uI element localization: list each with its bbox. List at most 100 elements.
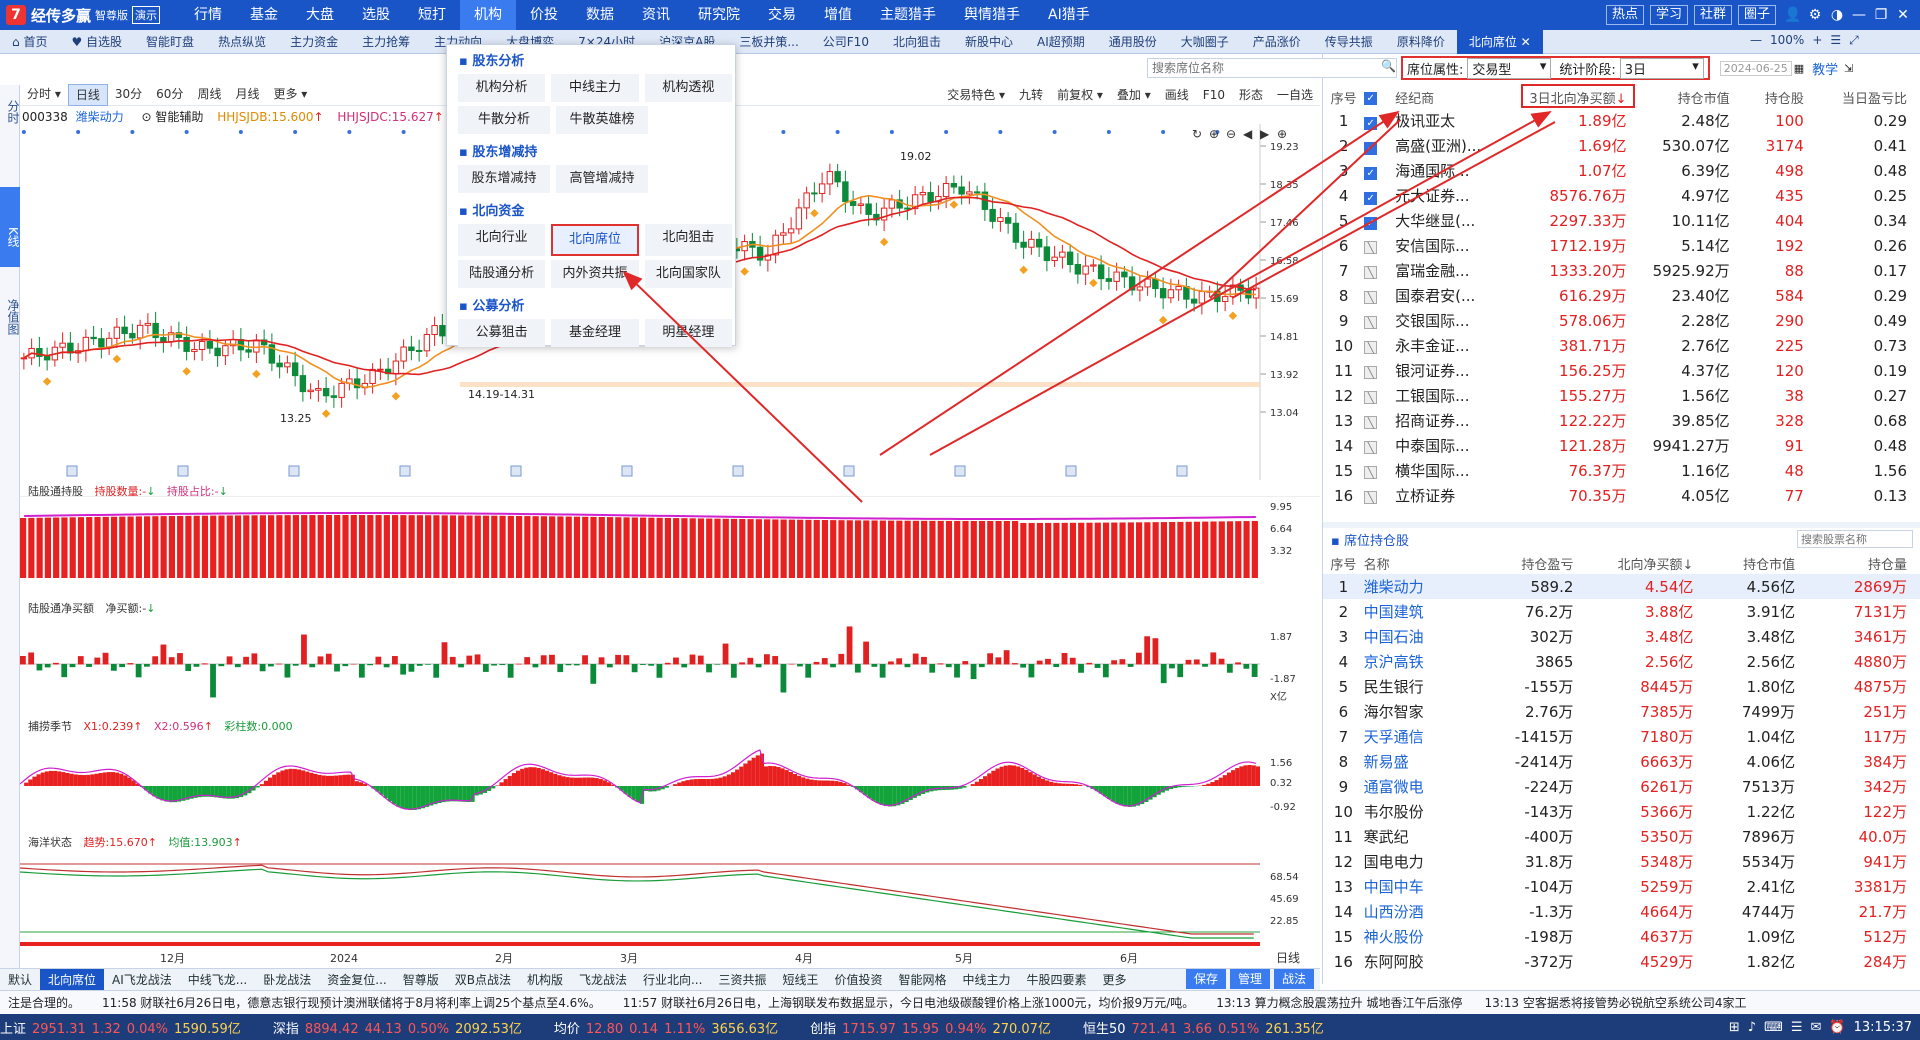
menu-4[interactable]: 短打 [404,0,460,30]
stock-name[interactable]: 韦尔股份 [1364,799,1486,824]
event-icon[interactable] [732,465,744,477]
chart-tool-3[interactable]: 叠加 ▾ [1110,85,1158,105]
event-icon[interactable] [66,465,78,477]
news-item[interactable]: 11:57 财联社6月26日电，上海钢联发布数据显示，今日电池级碳酸锂价格上涨1… [623,994,1195,1011]
strategy-tab-15[interactable]: 中线主力 [955,969,1019,991]
strategy-tab-5[interactable]: 资金复位... [319,969,394,991]
row-checkbox[interactable]: ✓ [1364,158,1395,183]
stock-name[interactable]: 中国石油 [1364,624,1486,649]
strategy-tab-13[interactable]: 价值投资 [826,969,890,991]
menu-11[interactable]: 增值 [810,0,866,30]
table-row[interactable]: 10 韦尔股份 -143万 5366万 1.22亿 122万 [1323,799,1920,824]
menu-14[interactable]: AI猎手 [1034,0,1104,30]
strategy-tab-1[interactable]: 北向席位 [40,968,105,991]
date-field[interactable]: 2024-06-25 [1719,60,1792,76]
indicator-name[interactable]: 智能辅助 [155,110,203,124]
news-item[interactable]: 注是合理的。 [8,994,80,1011]
stock-name[interactable]: 天孚通信 [1364,724,1486,749]
status-tool-icon[interactable]: ⊞ [1729,1020,1740,1035]
strategy-tab-0[interactable]: 默认 [0,969,40,991]
dropdown-item[interactable]: 机构透视 [644,74,732,102]
row-checkbox[interactable]: ✓ [1364,133,1395,158]
table-row[interactable]: 8 ╲ 国泰君安(... 616.29万 23.40亿 584 0.29 [1323,283,1920,308]
stock-name[interactable]: 东阿阿胶 [1364,949,1486,974]
seat-header-4[interactable]: 持仓市值 [1641,86,1744,108]
tab-17[interactable]: 产品涨价 [1241,30,1313,54]
table-row[interactable]: 2 ✓ 高盛(亚洲)... 1.69亿 530.07亿 3174 0.41 [1323,133,1920,158]
zoom-in-icon[interactable]: + [1812,33,1822,48]
minimize-icon[interactable]: — [1848,7,1870,23]
tab-11[interactable]: 公司F10 [811,30,881,54]
stock-name[interactable]: 海尔智家 [1364,699,1486,724]
row-checkbox[interactable]: ✓ [1364,208,1395,233]
seat-header-5[interactable]: 持仓股 [1744,86,1818,108]
strategy-tab-16[interactable]: 牛股四要素 [1019,969,1095,991]
dropdown-item[interactable]: 北向席位 [551,224,639,256]
row-checkbox[interactable]: ✓ [1364,183,1395,208]
period-button-4[interactable]: 周线 [190,84,228,106]
period-button-1[interactable]: 日线 [67,83,108,106]
seat-header-1[interactable]: ✓ [1364,86,1395,108]
dropdown-item[interactable]: 股东增减持 [458,165,550,193]
title-button-2[interactable]: 社群 [1693,5,1732,25]
maximize-icon[interactable]: ⤢ [1849,33,1859,48]
menu-9[interactable]: 研究院 [684,0,754,30]
strategy-action-2[interactable]: 战法 [1274,969,1315,989]
checkbox-checked-icon[interactable]: ✓ [1364,166,1378,180]
table-row[interactable]: 6 海尔智家 2.76万 7385万 7499万 251万 [1323,699,1920,724]
strategy-action-0[interactable]: 保存 [1186,969,1227,989]
title-button-1[interactable]: 学习 [1649,5,1688,25]
period-button-2[interactable]: 30分 [108,84,149,106]
broker-name[interactable]: 国泰君安(... [1395,283,1519,308]
event-icon[interactable] [510,465,522,477]
skin-icon[interactable]: ◑ [1826,7,1848,23]
holdings-header-2[interactable]: 持仓盈亏 [1486,552,1588,574]
event-icon[interactable] [288,465,300,477]
strategy-tab-12[interactable]: 短线王 [774,969,826,991]
table-row[interactable]: 1 潍柴动力 589.2 4.54亿 4.56亿 2869万 [1323,574,1920,599]
menu-2[interactable]: 大盘 [292,0,348,30]
zoom-out-icon[interactable]: — [1750,33,1762,48]
chart-tool-1[interactable]: 九转 [1012,85,1050,105]
stock-name[interactable]: 中国中车 [1364,874,1486,899]
broker-name[interactable]: 永丰金证... [1395,333,1519,358]
broker-name[interactable]: 高盛(亚洲)... [1395,133,1519,158]
table-row[interactable]: 7 ╲ 富瑞金融... 1333.20万 5925.92万 88 0.17 [1323,258,1920,283]
teach-link[interactable]: 教学 [1812,59,1838,78]
vtab-netvalue[interactable]: 净值图 [0,287,20,347]
status-tool-icon[interactable]: ✉ [1811,1020,1822,1035]
table-row[interactable]: 13 中国中车 -104万 5259万 2.41亿 3381万 [1323,874,1920,899]
stock-name[interactable]: 神火股份 [1364,924,1486,949]
period-button-6[interactable]: 更多 ▾ [266,84,314,106]
chart-nav-icon[interactable]: ⊖ [1226,127,1236,141]
table-row[interactable]: 16 东阿阿胶 -372万 4529万 1.82亿 284万 [1323,949,1920,974]
tab-3[interactable]: 热点纵览 [206,30,278,54]
table-row[interactable]: 7 天孚通信 -1415万 7180万 1.04亿 117万 [1323,724,1920,749]
chart-nav-icon[interactable]: ◀ [1243,127,1253,141]
menu-10[interactable]: 交易 [754,0,810,30]
table-row[interactable]: 15 神火股份 -198万 4637万 1.09亿 512万 [1323,924,1920,949]
status-tool-icon[interactable]: ⌨ [1764,1020,1783,1035]
strategy-tab-8[interactable]: 机构版 [519,969,571,991]
table-row[interactable]: 4 ✓ 元大证券... 8576.76万 4.97亿 435 0.25 [1323,183,1920,208]
period-button-5[interactable]: 月线 [228,84,266,106]
stock-name[interactable]: 通富微电 [1364,774,1486,799]
user-icon[interactable]: 👤 [1782,7,1804,23]
index-avg[interactable]: 均价 12.80 0.14 1.11% 3656.63亿 [554,1018,784,1037]
dropdown-item[interactable]: 北向行业 [458,224,546,256]
checkbox-checked-icon[interactable]: ✓ [1364,191,1378,205]
menu-13[interactable]: 舆情猎手 [950,0,1034,30]
list-icon[interactable]: ☰ [1830,33,1841,48]
stock-name[interactable]: 潍柴动力 [1364,574,1486,599]
table-row[interactable]: 8 新易盛 -2414万 6663万 4.06亿 384万 [1323,749,1920,774]
dropdown-item[interactable]: 陆股通分析 [458,260,546,288]
table-row[interactable]: 2 中国建筑 76.2万 3.88亿 3.91亿 7131万 [1323,599,1920,624]
index-sz[interactable]: 深指 8894.42 44.13 0.50% 2092.53亿 [273,1018,528,1037]
strategy-tab-6[interactable]: 智尊版 [395,969,447,991]
menu-12[interactable]: 主题猎手 [866,0,950,30]
period-button-3[interactable]: 60分 [149,84,190,106]
tab-2[interactable]: 智能盯盘 [134,30,206,54]
stock-name[interactable]: 中国建筑 [1364,599,1486,624]
strategy-tab-11[interactable]: 三资共振 [710,969,774,991]
panel1-holdings-chart[interactable]: 9.956.643.32陆股通持股 [20,496,1320,592]
